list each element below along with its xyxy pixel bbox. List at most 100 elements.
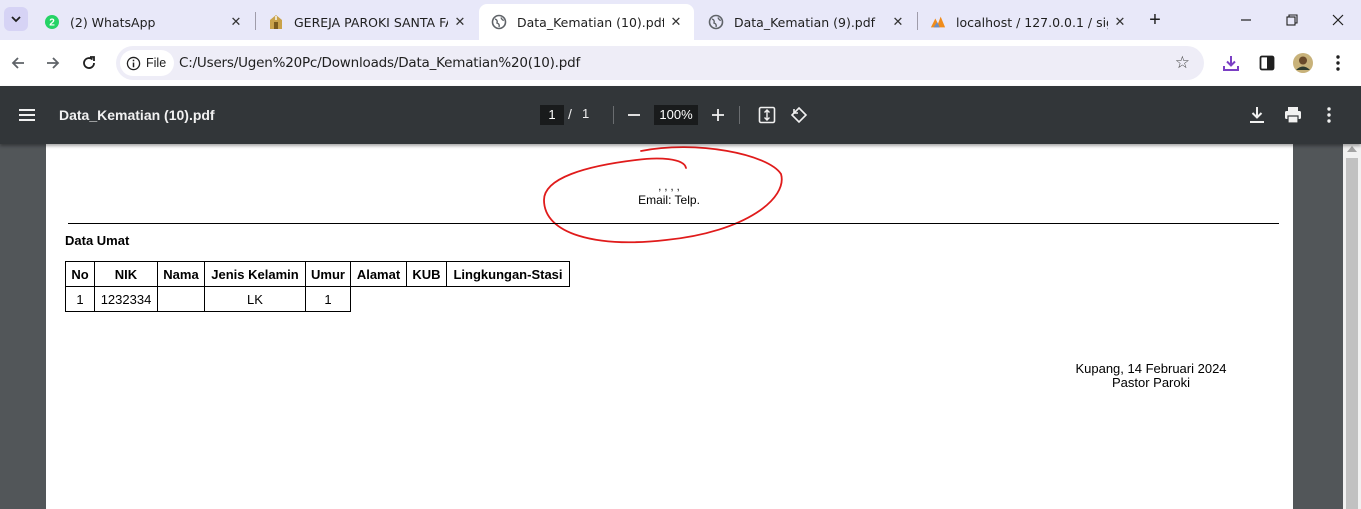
minimize-icon — [1241, 19, 1251, 21]
plus-icon — [712, 109, 724, 121]
kebab-menu-icon — [1336, 55, 1340, 71]
tab-data-kematian-10[interactable]: Data_Kematian (10).pdf ✕ — [479, 4, 694, 40]
rotate-button[interactable] — [787, 103, 811, 127]
toolbar-divider — [613, 106, 614, 124]
scheme-label: File — [146, 56, 167, 70]
cell-empty — [447, 287, 570, 312]
page-separator: / — [568, 106, 572, 122]
vertical-scrollbar[interactable] — [1343, 144, 1361, 509]
pdf-viewport[interactable]: , , , , Email: Telp. Data Umat No NIK Na… — [0, 144, 1361, 509]
page-number-input[interactable]: 1 — [540, 105, 564, 125]
bookmark-star-icon[interactable]: ☆ — [1175, 53, 1190, 73]
scroll-up-arrow-icon[interactable] — [1347, 146, 1357, 152]
close-icon[interactable]: ✕ — [448, 10, 472, 34]
tab-title: localhost / 127.0.0.1 / sigere — [956, 14, 1108, 30]
tab-gereja-paroki[interactable]: GEREJA PAROKI SANTA FAMI ✕ — [256, 4, 478, 40]
browser-menu-button[interactable] — [1326, 51, 1350, 75]
url-text[interactable]: C:/Users/Ugen%20Pc/Downloads/Data_Kemati… — [179, 55, 580, 71]
cell-nama — [157, 286, 205, 312]
new-tab-button[interactable]: + — [1143, 8, 1167, 32]
signature-block: Kupang, 14 Februari 2024 Pastor Paroki — [1066, 362, 1236, 390]
fit-to-page-button[interactable] — [755, 103, 779, 127]
reload-button[interactable] — [77, 51, 101, 75]
kebab-menu-icon — [1327, 107, 1331, 123]
reload-icon — [83, 56, 95, 69]
arrow-left-icon — [11, 57, 24, 69]
signature-title: Pastor Paroki — [1111, 375, 1191, 390]
pdf-sidebar-toggle[interactable] — [15, 103, 39, 127]
print-button[interactable] — [1281, 103, 1305, 127]
close-icon[interactable]: ✕ — [1108, 10, 1132, 34]
close-window-button[interactable] — [1315, 0, 1361, 40]
fit-page-icon — [758, 106, 776, 124]
pdf-toolbar: Data_Kematian (10).pdf 1 / 1 100% — [0, 86, 1361, 144]
arrow-right-icon — [47, 57, 60, 69]
minus-icon — [628, 114, 640, 116]
minimize-button[interactable] — [1223, 0, 1269, 40]
cell-no: 1 — [65, 286, 95, 312]
back-button[interactable] — [6, 51, 30, 75]
tab-data-kematian-9[interactable]: Data_Kematian (9).pdf ✕ — [696, 4, 916, 40]
tab-whatsapp[interactable]: 2 (2) WhatsApp ✕ — [32, 4, 254, 40]
cell-nik: 1232334 — [94, 286, 158, 312]
zoom-level-input[interactable]: 100% — [654, 105, 698, 125]
page-total: 1 — [582, 106, 590, 121]
download-icon — [1223, 56, 1239, 71]
table-header-row: No NIK Nama Jenis Kelamin Umur Alamat KU… — [65, 261, 570, 287]
whatsapp-badge: 2 — [49, 18, 55, 29]
globe-icon — [491, 14, 507, 30]
toolbar-divider — [739, 106, 740, 124]
pdf-more-actions-button[interactable] — [1317, 103, 1341, 127]
downloads-button[interactable] — [1219, 51, 1243, 75]
header-alamat: Alamat — [350, 261, 407, 287]
table-row: 1 1232334 LK 1 — [65, 286, 570, 312]
tab-title: GEREJA PAROKI SANTA FAMI — [294, 14, 448, 30]
side-panel-button[interactable] — [1255, 51, 1279, 75]
cell-umur: 1 — [305, 286, 351, 312]
signature-place-date: Kupang, 14 Februari 2024 — [1075, 361, 1227, 376]
close-icon[interactable]: ✕ — [224, 10, 248, 34]
tab-title: Data_Kematian (9).pdf — [734, 14, 876, 30]
header-nik: NIK — [94, 261, 158, 287]
phpmyadmin-icon — [930, 14, 946, 30]
plus-icon: + — [1149, 8, 1161, 31]
header-lingkungan-stasi: Lingkungan-Stasi — [446, 261, 570, 287]
info-icon — [126, 56, 141, 70]
chevron-down-icon — [11, 16, 21, 23]
close-icon[interactable]: ✕ — [886, 10, 910, 34]
forward-button[interactable] — [41, 51, 65, 75]
address-bar[interactable]: File C:/Users/Ugen%20Pc/Downloads/Data_K… — [116, 46, 1204, 80]
close-icon[interactable]: ✕ — [664, 10, 688, 34]
tab-title: (2) WhatsApp — [70, 14, 156, 30]
pdf-page: , , , , Email: Telp. Data Umat No NIK Na… — [46, 144, 1293, 509]
header-jenis-kelamin: Jenis Kelamin — [204, 261, 306, 287]
red-ink-annotation — [543, 146, 783, 244]
profile-avatar[interactable] — [1291, 51, 1315, 75]
tab-search-button[interactable] — [4, 7, 28, 31]
cell-jenis-kelamin: LK — [204, 286, 306, 312]
cell-empty — [351, 287, 407, 312]
printer-icon — [1285, 107, 1301, 124]
data-umat-table: No NIK Nama Jenis Kelamin Umur Alamat KU… — [65, 261, 570, 312]
cell-empty — [407, 287, 447, 312]
restore-icon — [1286, 14, 1298, 26]
globe-icon — [708, 14, 724, 30]
side-panel-icon — [1259, 55, 1275, 71]
rotate-counterclockwise-icon — [790, 106, 808, 124]
header-umur: Umur — [305, 261, 351, 287]
hamburger-menu-icon — [19, 109, 35, 121]
header-no: No — [65, 261, 95, 287]
zoom-in-button[interactable] — [706, 103, 730, 127]
scrollbar-thumb[interactable] — [1346, 158, 1358, 509]
header-kub: KUB — [406, 261, 447, 287]
header-nama: Nama — [157, 261, 205, 287]
site-info-chip[interactable]: File — [120, 50, 175, 76]
tab-phpmyadmin[interactable]: localhost / 127.0.0.1 / sigere ✕ — [918, 4, 1138, 40]
restore-button[interactable] — [1269, 0, 1315, 40]
avatar-icon — [1293, 53, 1313, 73]
header-divider — [68, 223, 1279, 224]
pdf-document-title: Data_Kematian (10).pdf — [59, 107, 215, 123]
whatsapp-icon: 2 — [44, 14, 60, 30]
pdf-download-button[interactable] — [1245, 103, 1269, 127]
zoom-out-button[interactable] — [622, 103, 646, 127]
